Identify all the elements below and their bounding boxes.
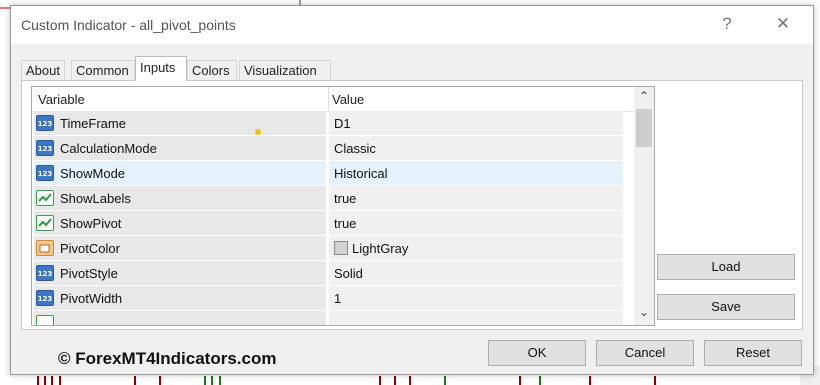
variable-cell[interactable]: 123 ShowMode: [34, 161, 326, 185]
variable-cell[interactable]: 123 TimeFrame: [34, 111, 326, 135]
integer-icon: 123: [36, 165, 54, 181]
table-row[interactable]: ShowPivot true: [32, 211, 625, 235]
load-button[interactable]: Load: [657, 254, 795, 280]
variable-name: PivotStyle: [60, 266, 118, 281]
cancel-button[interactable]: Cancel: [596, 340, 694, 366]
value-cell[interactable]: true: [329, 186, 623, 210]
variable-name: ShowPivot: [60, 216, 122, 231]
boolean-icon: [36, 190, 54, 206]
column-header-variable[interactable]: Variable: [38, 92, 85, 107]
table-row[interactable]: PivotColor LightGray: [32, 236, 625, 260]
integer-icon: 123: [36, 140, 54, 156]
table-row[interactable]: 123 PivotStyle Solid: [32, 261, 625, 285]
tab-visualization[interactable]: Visualization: [239, 60, 331, 80]
variable-value: Classic: [334, 141, 376, 156]
variable-name: ShowLabels: [60, 191, 131, 206]
table-row-selected[interactable]: 123 ShowMode Historical: [32, 161, 625, 185]
title-bar: Custom Indicator - all_pivot_points ? ✕: [11, 6, 813, 44]
variable-cell[interactable]: 123 PivotWidth: [34, 286, 326, 310]
color-icon: [36, 240, 54, 256]
variable-cell[interactable]: ShowPivot: [34, 211, 326, 235]
value-cell[interactable]: [329, 311, 623, 325]
variable-value: true: [334, 216, 357, 231]
tab-inputs[interactable]: Inputs: [135, 56, 187, 81]
integer-icon: 123: [36, 290, 54, 306]
ok-button[interactable]: OK: [488, 340, 586, 366]
scroll-down-icon[interactable]: ⌄: [634, 303, 654, 321]
tab-about[interactable]: About: [21, 60, 65, 80]
variable-value: true: [334, 191, 357, 206]
integer-icon: 123: [36, 115, 54, 131]
variable-cell[interactable]: ShowLabels: [34, 186, 326, 210]
variable-cell[interactable]: 123 CalculationMode: [34, 136, 326, 160]
grid-header: Variable Value: [32, 87, 636, 112]
boolean-icon: [36, 315, 54, 325]
value-cell[interactable]: Solid: [329, 261, 623, 285]
scroll-up-icon[interactable]: ⌃: [634, 87, 654, 105]
variable-value: LightGray: [352, 241, 409, 256]
variable-cell[interactable]: PivotColor: [34, 236, 326, 260]
close-button[interactable]: ✕: [771, 14, 795, 34]
help-button[interactable]: ?: [715, 14, 739, 34]
boolean-icon: [36, 215, 54, 231]
value-cell[interactable]: LightGray: [329, 236, 623, 260]
table-row[interactable]: ShowLabels true: [32, 186, 625, 210]
variable-cell[interactable]: 123 PivotStyle: [34, 261, 326, 285]
value-cell[interactable]: Historical: [329, 161, 623, 185]
value-cell[interactable]: D1: [329, 111, 623, 135]
variable-name: CalculationMode: [60, 141, 157, 156]
variable-cell[interactable]: [34, 311, 326, 325]
scroll-thumb[interactable]: [636, 109, 652, 147]
cursor-highlight: [255, 129, 261, 135]
table-row-partial[interactable]: [32, 311, 625, 325]
variable-value: 1: [334, 291, 342, 306]
color-swatch: [334, 241, 348, 255]
column-header-value[interactable]: Value: [332, 92, 364, 107]
table-row[interactable]: 123 CalculationMode Classic: [32, 136, 625, 160]
value-cell[interactable]: Classic: [329, 136, 623, 160]
tab-colors[interactable]: Colors: [187, 60, 237, 80]
variable-name: PivotColor: [60, 241, 120, 256]
variable-name: TimeFrame: [60, 116, 126, 131]
reset-button[interactable]: Reset: [704, 340, 802, 366]
value-cell[interactable]: true: [329, 211, 623, 235]
variable-value: Historical: [334, 166, 388, 181]
inputs-grid[interactable]: Variable Value 123 TimeFrame D1 123 Calc…: [31, 86, 655, 326]
table-row[interactable]: 123 PivotWidth 1: [32, 286, 625, 310]
vertical-scrollbar[interactable]: ⌃ ⌄: [634, 87, 654, 325]
variable-name: PivotWidth: [60, 291, 123, 306]
watermark: © ForexMT4Indicators.com: [58, 349, 277, 368]
tab-common[interactable]: Common: [71, 60, 135, 80]
integer-icon: 123: [36, 265, 54, 281]
value-cell[interactable]: 1: [329, 286, 623, 310]
save-button[interactable]: Save: [657, 294, 795, 320]
variable-name: ShowMode: [60, 166, 126, 181]
window-title: Custom Indicator - all_pivot_points: [21, 17, 236, 33]
variable-value: D1: [334, 116, 351, 131]
table-row[interactable]: 123 TimeFrame D1: [32, 111, 625, 135]
column-divider[interactable]: [328, 87, 329, 111]
variable-value: Solid: [334, 266, 363, 281]
custom-indicator-dialog: Custom Indicator - all_pivot_points ? ✕ …: [10, 5, 814, 375]
